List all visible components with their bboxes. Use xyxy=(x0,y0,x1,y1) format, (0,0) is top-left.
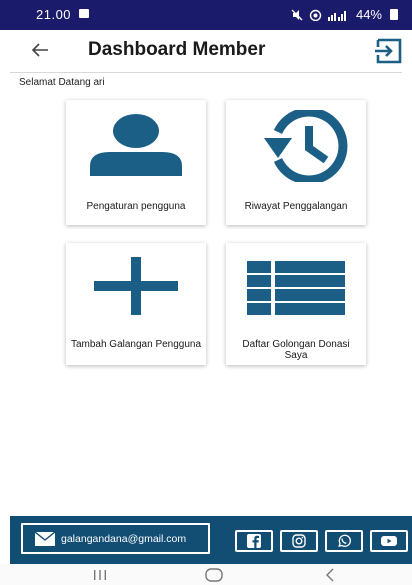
page-title: Dashboard Member xyxy=(88,39,266,60)
facebook-button[interactable] xyxy=(235,530,273,552)
whatsapp-button[interactable] xyxy=(325,530,363,552)
mute-icon xyxy=(291,9,303,20)
facebook-icon xyxy=(247,534,261,548)
list-icon xyxy=(247,261,345,315)
wifi-icon xyxy=(309,9,322,21)
notification-icon xyxy=(79,9,89,18)
status-icons: 44% xyxy=(291,7,398,22)
menu-card-label: Daftar Golongan Donasi Saya xyxy=(242,339,350,361)
greeting-text: Selamat Datang ari xyxy=(19,77,105,88)
youtube-button[interactable] xyxy=(370,530,408,552)
signal-icon xyxy=(327,10,346,21)
logout-icon[interactable] xyxy=(374,38,404,64)
chevron-left-icon xyxy=(326,568,334,582)
app-bar: Dashboard Member xyxy=(0,30,412,72)
menu-card-label: Pengaturan pengguna xyxy=(86,201,186,212)
battery-icon xyxy=(390,9,398,20)
whatsapp-icon xyxy=(338,534,351,547)
status-time: 21.00 xyxy=(36,7,72,22)
user-icon xyxy=(90,114,182,176)
menu-card-label: Tambah Galangan Pengguna xyxy=(70,339,202,350)
home-button[interactable] xyxy=(204,567,224,583)
system-nav-bar xyxy=(0,564,412,585)
menu-card-donation-list[interactable]: Daftar Golongan Donasi Saya xyxy=(226,243,366,365)
system-back-button[interactable] xyxy=(320,567,340,583)
status-bar: 21.00 44% xyxy=(0,0,412,30)
email-contact-button[interactable]: galangandana@gmail.com xyxy=(21,523,210,554)
mail-icon xyxy=(35,531,55,546)
footer: galangandana@gmail.com xyxy=(10,516,412,564)
email-text: galangandana@gmail.com xyxy=(61,532,187,545)
instagram-button[interactable] xyxy=(280,530,318,552)
menu-card-user-settings[interactable]: Pengaturan pengguna xyxy=(66,100,206,225)
instagram-icon xyxy=(292,534,306,548)
youtube-icon xyxy=(381,536,397,546)
recents-button[interactable] xyxy=(90,567,110,583)
home-icon xyxy=(205,568,223,582)
menu-card-history[interactable]: Riwayat Penggalangan xyxy=(226,100,366,225)
menu-card-label: Riwayat Penggalangan xyxy=(244,201,348,212)
back-arrow-icon[interactable] xyxy=(28,38,52,62)
divider xyxy=(10,72,402,73)
history-icon xyxy=(264,110,348,182)
menu-card-add-fundraising[interactable]: Tambah Galangan Pengguna xyxy=(66,243,206,365)
recents-icon xyxy=(94,570,106,580)
plus-icon xyxy=(94,257,178,315)
battery-percent: 44% xyxy=(355,7,382,22)
